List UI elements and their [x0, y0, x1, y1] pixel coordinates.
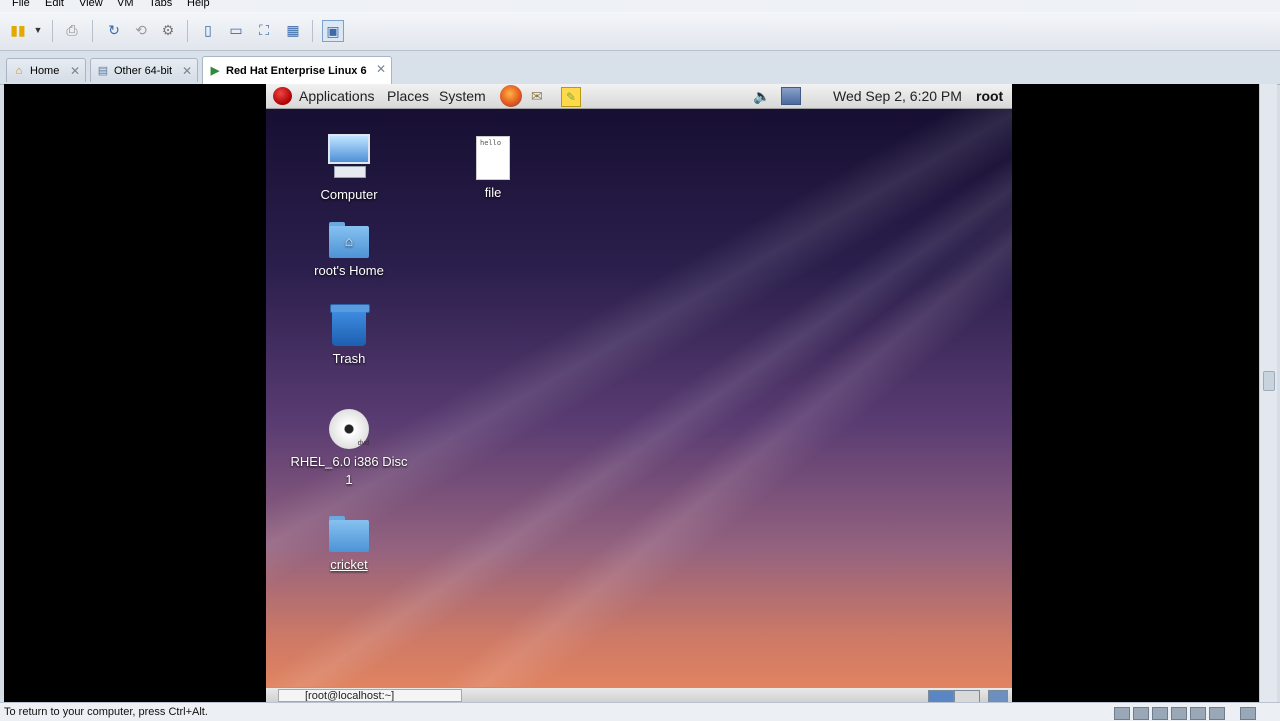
tab-label: Home	[30, 64, 60, 77]
display-icon[interactable]	[1209, 707, 1225, 720]
status-bar: To return to your computer, press Ctrl+A…	[0, 702, 1280, 721]
desktop-icon-trash[interactable]: Trash	[289, 304, 409, 368]
thumbnail-icon[interactable]: ▣	[322, 20, 344, 42]
network-icon[interactable]	[781, 87, 801, 105]
task-label: [root@localhost:~]	[305, 690, 395, 702]
manage-snapshots-icon[interactable]: ⚙	[158, 20, 178, 40]
workspace-2[interactable]	[954, 690, 980, 702]
snapshot-icon[interactable]: ↻	[104, 20, 124, 40]
status-message: To return to your computer, press Ctrl+A…	[4, 706, 208, 718]
redhat-logo-icon[interactable]	[273, 87, 292, 105]
desktop-icon-root-home[interactable]: ⌂ root's Home	[289, 222, 409, 280]
fullscreen-icon[interactable]: ⛶	[254, 20, 274, 40]
tab-other-64-bit[interactable]: ▤ Other 64-bit ✕	[90, 58, 198, 82]
sound-icon[interactable]	[1190, 707, 1206, 720]
menu-bar: File Edit View VM Tabs Help	[0, 0, 1280, 12]
desktop-icon-rhel-disc[interactable]: dvd RHEL_6.0 i386 Disc 1	[289, 409, 409, 489]
gnome-top-panel: Applications Places System ✉ ✎ 🔈 Wed Sep…	[266, 84, 1012, 109]
unity-icon[interactable]: ▦	[283, 20, 303, 40]
cdrom-icon[interactable]	[1133, 707, 1149, 720]
scrollbar-thumb[interactable]	[1263, 371, 1275, 391]
icon-label: file	[484, 185, 502, 200]
notes-icon[interactable]: ✎	[561, 87, 581, 107]
revert-icon[interactable]: ⟲	[131, 20, 151, 40]
vm-icon: ▶	[210, 65, 220, 77]
desktop-icon-cricket[interactable]: cricket	[289, 516, 409, 574]
volume-icon[interactable]: 🔈	[753, 88, 770, 105]
print-icon[interactable]: ⎙	[62, 20, 82, 40]
menu-applications[interactable]: Applications	[299, 88, 375, 104]
folder-icon	[329, 516, 369, 552]
network-adapter-icon[interactable]	[1152, 707, 1168, 720]
menu-system[interactable]: System	[439, 88, 486, 104]
menu-file[interactable]: File	[12, 0, 30, 9]
tab-label: Red Hat Enterprise Linux 6	[226, 64, 367, 77]
user-menu[interactable]: root	[976, 88, 1003, 104]
menu-places[interactable]: Places	[387, 88, 429, 104]
menu-help[interactable]: Help	[187, 0, 210, 9]
toolbar-separator	[92, 20, 93, 42]
power-icon[interactable]: ▮▮	[8, 20, 28, 40]
trash-applet-icon[interactable]	[988, 690, 1008, 702]
menu-vm[interactable]: VM	[117, 0, 134, 9]
computer-icon	[328, 134, 370, 182]
console-view-icon[interactable]: ▭	[226, 20, 246, 40]
desktop-icon-computer[interactable]: Computer	[289, 134, 409, 204]
icon-label: RHEL_6.0 i386 Disc 1	[290, 454, 408, 487]
sidebar-icon[interactable]: ▯	[198, 20, 218, 40]
home-folder-icon: ⌂	[329, 222, 369, 258]
message-log-icon[interactable]	[1240, 707, 1256, 720]
toolbar-separator	[312, 20, 313, 42]
guest-desktop[interactable]: Applications Places System ✉ ✎ 🔈 Wed Sep…	[266, 84, 1012, 702]
trash-icon	[330, 304, 370, 346]
vertical-scrollbar[interactable]	[1259, 84, 1277, 702]
vm-icon: ▤	[97, 65, 109, 77]
firefox-icon[interactable]	[500, 85, 522, 107]
tab-home[interactable]: ⌂ Home ✕	[6, 58, 86, 82]
icon-label: root's Home	[314, 263, 384, 278]
close-icon[interactable]: ✕	[182, 64, 192, 78]
close-icon[interactable]: ✕	[376, 62, 386, 76]
text-file-icon: hello	[476, 136, 510, 180]
mail-icon[interactable]: ✉	[531, 88, 543, 105]
toolbar: ▮▮ ▼ ⎙ ↻ ⟲ ⚙ ▯ ▭ ⛶ ▦ ▣	[0, 12, 1280, 51]
close-icon[interactable]: ✕	[70, 64, 80, 78]
gnome-bottom-panel: [root@localhost:~]	[266, 687, 1012, 702]
toolbar-separator	[52, 20, 53, 42]
home-icon: ⌂	[15, 64, 23, 77]
taskbar-terminal-button[interactable]: [root@localhost:~]	[278, 689, 462, 702]
dvd-icon: dvd	[329, 409, 369, 449]
file-preview-text: hello	[480, 139, 502, 147]
icon-label: Computer	[320, 187, 378, 202]
icon-label: Trash	[332, 351, 366, 366]
toolbar-separator	[187, 20, 188, 42]
desktop-icon-file[interactable]: hello file	[433, 136, 553, 202]
usb-icon[interactable]	[1171, 707, 1187, 720]
tab-label: Other 64-bit	[114, 64, 173, 77]
icon-label: cricket	[330, 557, 368, 572]
menu-tabs[interactable]: Tabs	[149, 0, 172, 9]
tab-strip: ⌂ Home ✕ ▤ Other 64-bit ✕ ▶ Red Hat Ente…	[0, 51, 1280, 85]
menu-edit[interactable]: Edit	[45, 0, 64, 9]
workspace-1[interactable]	[928, 690, 954, 702]
hdd-icon[interactable]	[1114, 707, 1130, 720]
clock[interactable]: Wed Sep 2, 6:20 PM	[833, 88, 962, 104]
dropdown-icon[interactable]: ▼	[28, 20, 48, 40]
tab-red-hat-enterprise-linux-6[interactable]: ▶ Red Hat Enterprise Linux 6 ✕	[202, 56, 392, 84]
menu-view[interactable]: View	[79, 0, 103, 9]
